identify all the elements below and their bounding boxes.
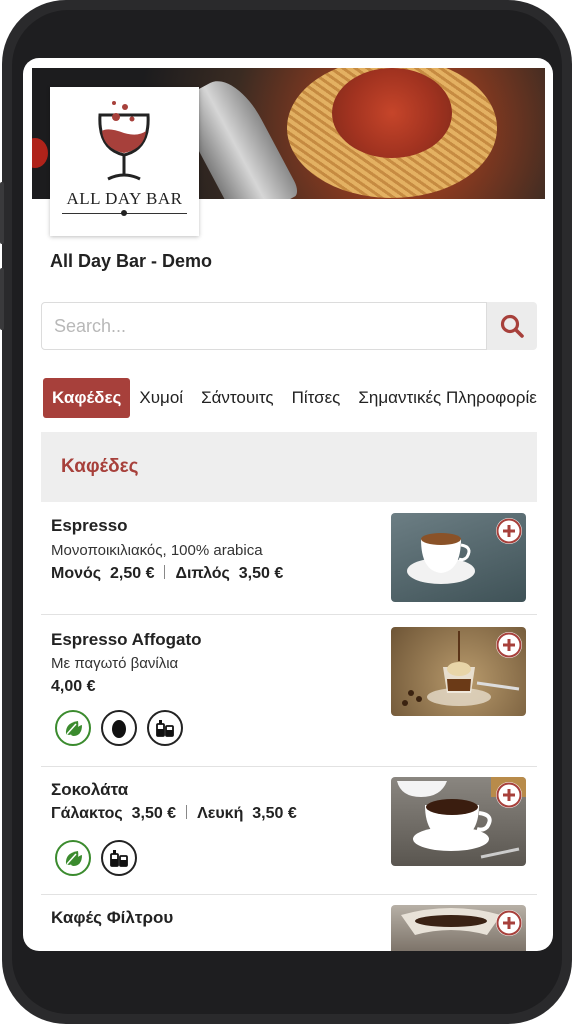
item-name: Σοκολάτα <box>51 780 129 799</box>
price-value: 3,50 € <box>238 565 284 582</box>
plus-icon <box>496 518 522 544</box>
tab-important-info[interactable]: Σημαντικές Πληροφορίες <box>349 378 537 418</box>
tomato-shape <box>32 138 48 168</box>
wine-glass-icon <box>98 101 150 181</box>
search-input[interactable] <box>42 303 486 349</box>
tab-pizzas[interactable]: Πίτσες <box>283 378 350 418</box>
tab-coffees[interactable]: Καφέδες <box>43 378 131 418</box>
dairy-bottles-icon <box>147 710 183 746</box>
menu-item-espresso-affogato[interactable]: Espresso Affogato Με παγωτό βανίλια 4,00… <box>41 614 537 767</box>
category-tabs: Καφέδες Χυμοί Σάντουιτς Πίτσες Σημαντικές Πλ… <box>43 378 537 418</box>
dietary-badges <box>55 840 147 876</box>
app-screen: ALL DAY BAR All Day Bar - Demo ΚαφέδεςΧυ… <box>23 58 553 951</box>
price-value: 3,50 € <box>252 805 297 822</box>
search-icon <box>500 314 524 338</box>
volume-down-button <box>0 268 4 330</box>
tab-juices[interactable]: Χυμοί <box>130 378 192 418</box>
price-label: Λευκή <box>197 805 244 822</box>
add-to-order-button[interactable] <box>496 782 522 808</box>
menu-item-chocolate[interactable]: Σοκολάτα Γάλακτος 3,50 € Λευκή 3,50 € <box>41 766 537 895</box>
volume-up-button <box>0 182 4 244</box>
add-to-order-button[interactable] <box>496 910 522 936</box>
add-to-order-button[interactable] <box>496 518 522 544</box>
item-name: Espresso <box>51 516 128 535</box>
dairy-bottles-icon <box>101 840 137 876</box>
item-image[interactable] <box>391 777 526 866</box>
item-price-options: Μονός 2,50 € Διπλός 3,50 € <box>51 565 283 583</box>
item-price: 4,00 € <box>51 678 96 695</box>
price-label: Γάλακτος <box>51 805 123 822</box>
item-description: Με παγωτό βανίλια <box>51 655 179 672</box>
vegetarian-leaf-icon <box>55 710 91 746</box>
price-value: 2,50 € <box>109 565 155 582</box>
egg-icon <box>101 710 137 746</box>
section-header: Καφέδες <box>41 432 537 502</box>
item-name: Espresso Affogato <box>51 630 202 649</box>
item-price-options: Γάλακτος 3,50 € Λευκή 3,50 € <box>51 805 297 823</box>
add-to-order-button[interactable] <box>496 632 522 658</box>
vegetarian-leaf-icon <box>55 840 91 876</box>
menu-item-filter-coffee[interactable]: Καφές Φίλτρου <box>41 894 537 951</box>
item-image[interactable] <box>391 905 526 951</box>
item-image[interactable] <box>391 627 526 716</box>
price-value: 3,50 € <box>131 805 177 822</box>
sauce-shape <box>332 68 452 158</box>
search-button[interactable] <box>487 302 537 350</box>
item-description: Μονοποικιλιακός, 100% arabica <box>51 542 263 559</box>
price-label: Διπλός <box>175 565 230 582</box>
item-name: Καφές Φίλτρου <box>51 908 174 927</box>
restaurant-logo: ALL DAY BAR <box>50 87 199 236</box>
search-box <box>41 302 487 350</box>
item-image[interactable] <box>391 513 526 602</box>
logo-wordmark: ALL DAY BAR <box>66 189 183 208</box>
price-label: Μονός <box>51 565 102 582</box>
restaurant-title: All Day Bar - Demo <box>50 251 213 271</box>
section-title: Καφέδες <box>61 456 139 477</box>
menu-item-espresso[interactable]: Espresso Μονοποικιλιακός, 100% arabica Μ… <box>41 502 537 615</box>
logo-dot <box>121 210 127 216</box>
dietary-badges <box>55 710 193 746</box>
plus-icon <box>496 632 522 658</box>
tab-sandwiches[interactable]: Σάντουιτς <box>192 378 283 418</box>
plus-icon <box>496 782 522 808</box>
plus-icon <box>496 910 522 936</box>
